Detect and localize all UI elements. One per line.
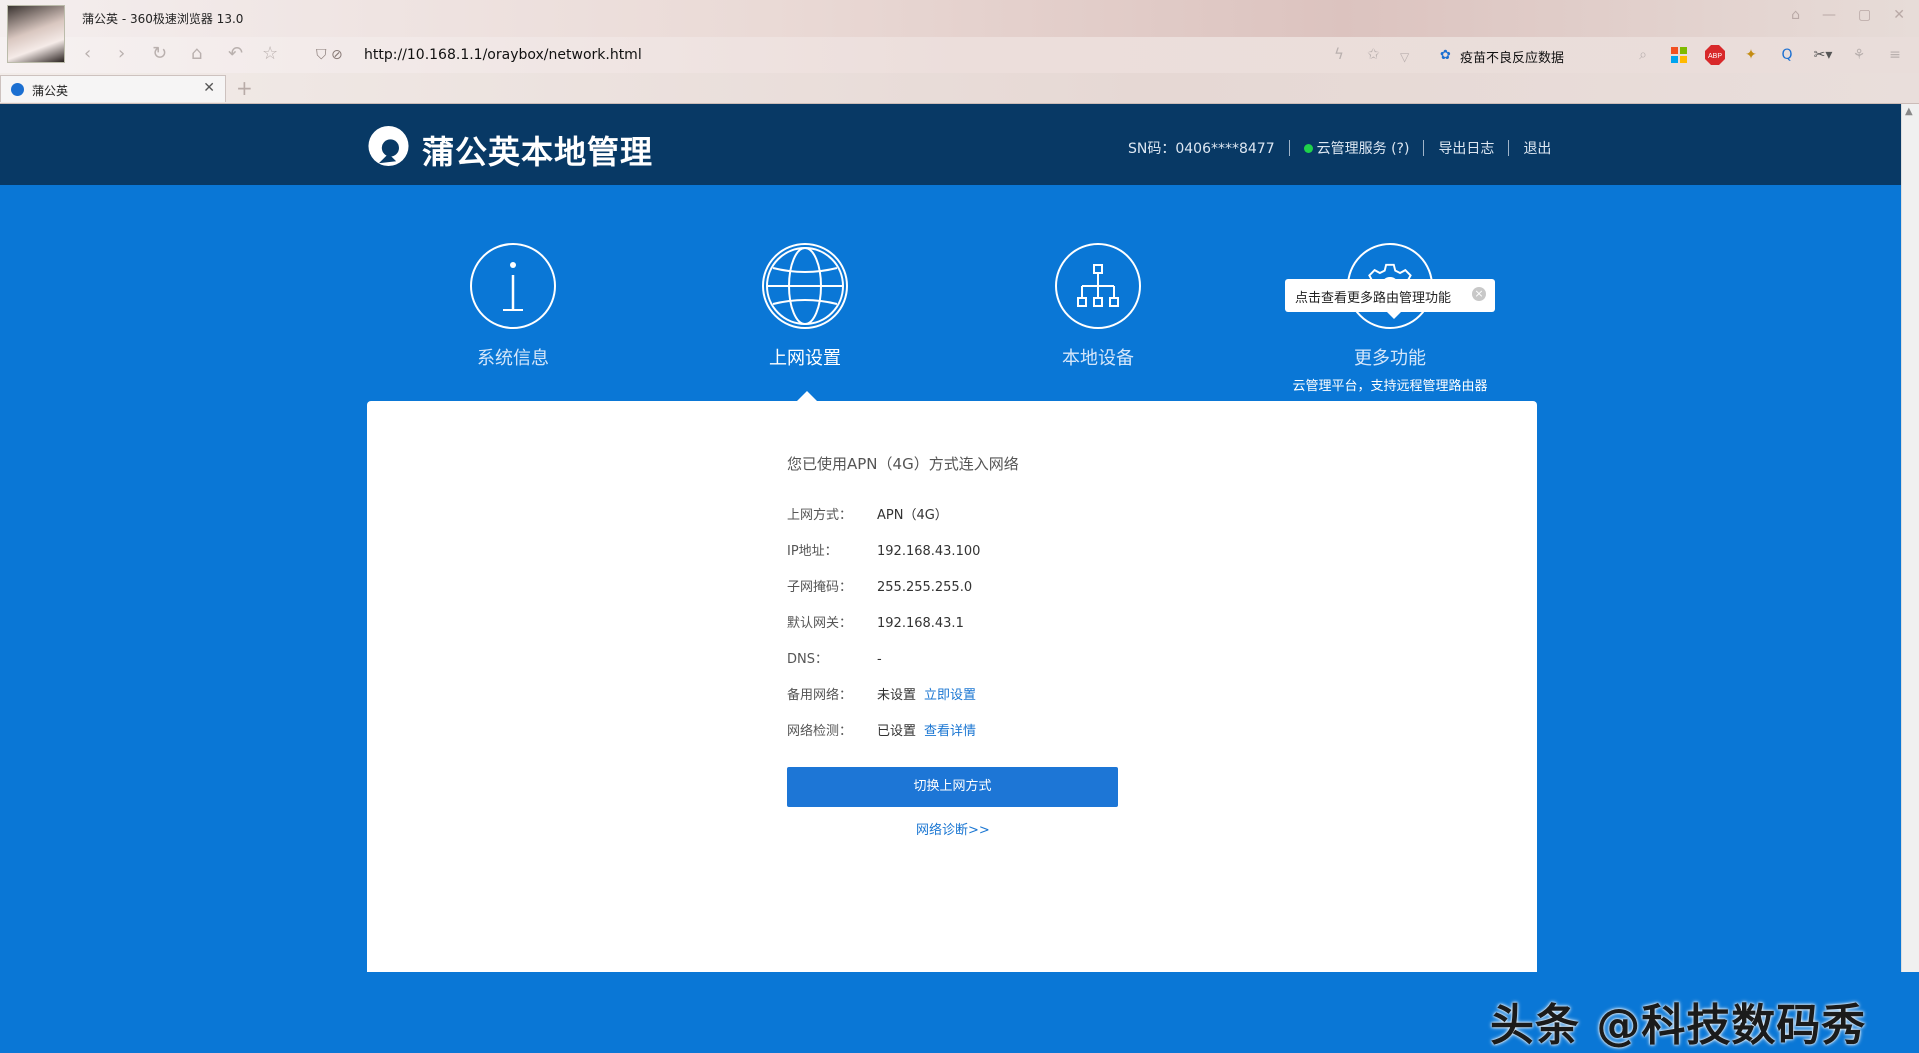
info-value: 192.168.43.1 (877, 616, 964, 631)
new-tab-icon[interactable]: + (236, 76, 253, 100)
app-header: 蒲公英本地管理 SN码：0406****8477 云管理服务 (?) 导出日志 … (0, 104, 1902, 185)
tab-title: 蒲公英 (32, 84, 69, 98)
export-log-link[interactable]: 导出日志 (1438, 138, 1494, 158)
info-row-dns: DNS： - (787, 648, 882, 667)
info-row-gateway: 默认网关： 192.168.43.1 (787, 612, 964, 631)
info-row-subnet: 子网掩码： 255.255.255.0 (787, 576, 972, 595)
apps-icon[interactable] (1669, 45, 1689, 65)
info-value: 未设置 (877, 688, 917, 703)
info-key: IP地址： (787, 544, 838, 559)
refresh-icon[interactable]: ↻ (152, 45, 167, 63)
info-row-ip: IP地址： 192.168.43.100 (787, 540, 980, 559)
back-icon[interactable]: ‹ (84, 45, 91, 63)
home-icon[interactable]: ⌂ (191, 45, 202, 63)
search-icon[interactable]: ⌕ (1633, 45, 1653, 65)
online-status-icon (1303, 143, 1313, 153)
info-key: 上网方式： (787, 508, 853, 523)
connection-heading: 您已使用APN（4G）方式连入网络 (787, 455, 1019, 473)
switch-connection-button[interactable]: 切换上网方式 (787, 767, 1118, 807)
sync-icon[interactable]: Q (1777, 45, 1797, 65)
nav-label: 本地设备 (1062, 348, 1134, 369)
window-titlebar: 蒲公英 - 360极速浏览器 13.0 ⌂ — ▢ ✕ (0, 0, 1919, 37)
nav-label: 系统信息 (477, 348, 549, 369)
favicon-icon (11, 83, 24, 96)
divider (1288, 140, 1290, 156)
extension-bar: ⌕ ABP ✦ Q ✂▾ ⚘ ≡ (1633, 45, 1905, 65)
info-key: 默认网关： (787, 616, 853, 631)
info-icon (470, 243, 556, 329)
star-icon[interactable]: ☆ (262, 45, 278, 63)
nav-local-devices[interactable]: 本地设备 (998, 243, 1198, 370)
tooltip-close-icon[interactable]: × (1472, 287, 1486, 301)
settings-icon[interactable]: ⚘ (1849, 45, 1869, 65)
info-value: - (877, 652, 882, 667)
menu-icon[interactable]: ≡ (1885, 45, 1905, 65)
globe-icon (762, 243, 848, 329)
close-icon[interactable]: ✕ (1893, 7, 1905, 23)
watermark: 头条 @科技数码秀 (1490, 1000, 1867, 1051)
main-nav: 系统信息 上网设置 本地设备 更多功能 云管理平台，支持远程管理路由器 点击查看… (0, 185, 1902, 407)
user-avatar[interactable] (7, 5, 65, 63)
dandelion-logo-icon (368, 125, 409, 167)
feature-tooltip: 点击查看更多路由管理功能 × (1285, 279, 1495, 319)
news-link[interactable]: 疫苗不良反应数据 (1460, 47, 1564, 66)
serial-number: SN码：0406****8477 (1128, 141, 1275, 157)
nav-system-info[interactable]: 系统信息 (413, 243, 613, 370)
brand-title: 蒲公英本地管理 (422, 133, 654, 171)
tab-close-icon[interactable]: ✕ (203, 80, 215, 96)
nav-label: 上网设置 (769, 348, 841, 369)
window-controls: ⌂ — ▢ ✕ (1791, 7, 1905, 23)
scroll-up-icon[interactable]: ▲ (1905, 106, 1913, 117)
nav-internet-settings[interactable]: 上网设置 (705, 243, 905, 370)
info-row-backup-network: 备用网络： 未设置 立即设置 (787, 684, 976, 703)
dropdown-icon[interactable]: ▽ (1400, 48, 1409, 66)
info-row-network-check: 网络检测： 已设置 查看详情 (787, 720, 976, 739)
network-info-card: 您已使用APN（4G）方式连入网络 上网方式： APN（4G） IP地址： 192.… (367, 401, 1537, 972)
news-icon: ✿ (1440, 48, 1451, 63)
page-scrollbar[interactable]: ▲ (1901, 104, 1919, 972)
network-diagnose-link[interactable]: 网络诊断>> (916, 819, 990, 838)
extension-icon[interactable]: ✦ (1741, 45, 1761, 65)
info-value: 已设置 (877, 724, 917, 739)
scissors-icon[interactable]: ✂▾ (1813, 45, 1833, 65)
minimize-icon[interactable]: — (1822, 7, 1836, 23)
security-shield-icon[interactable]: ⛉ ⊘ (316, 47, 343, 63)
header-links: SN码：0406****8477 云管理服务 (?) 导出日志 退出 (1128, 138, 1551, 158)
tooltip-text: 点击查看更多路由管理功能 (1295, 291, 1452, 306)
info-key: 子网掩码： (787, 580, 853, 595)
info-value: APN（4G） (877, 508, 948, 523)
nav-label: 更多功能 (1354, 348, 1426, 369)
info-value: 255.255.255.0 (877, 580, 973, 595)
page-content: 蒲公英本地管理 SN码：0406****8477 云管理服务 (?) 导出日志 … (0, 104, 1902, 1051)
info-key: DNS： (787, 652, 828, 667)
info-key: 网络检测： (787, 724, 853, 739)
tab-active[interactable]: 蒲公英 ✕ (0, 75, 226, 102)
view-details-link[interactable]: 查看详情 (924, 724, 976, 739)
nav-sublabel: 云管理平台，支持远程管理路由器 (1292, 379, 1488, 394)
divider (1423, 140, 1425, 156)
undo-icon[interactable]: ↶ (228, 45, 243, 63)
forward-icon[interactable]: › (118, 45, 125, 63)
setup-now-link[interactable]: 立即设置 (924, 688, 976, 703)
abp-icon[interactable]: ABP (1705, 45, 1725, 65)
skin-icon[interactable]: ⌂ (1791, 7, 1800, 23)
network-tree-icon (1055, 243, 1141, 329)
divider (1508, 140, 1510, 156)
window-title: 蒲公英 - 360极速浏览器 13.0 (82, 12, 244, 26)
cloud-service-link[interactable]: 云管理服务 (?) (1317, 138, 1410, 158)
info-row-connection-type: 上网方式： APN（4G） (787, 504, 948, 523)
maximize-icon[interactable]: ▢ (1858, 7, 1871, 23)
tab-bar: 蒲公英 ✕ + (0, 73, 1919, 104)
browser-navbar: ‹ › ↻ ⌂ ↶ ☆ ⛉ ⊘ http://10.168.1.1/oraybo… (0, 37, 1919, 73)
logout-link[interactable]: 退出 (1523, 138, 1551, 158)
abp-label: ABP (1708, 53, 1722, 60)
info-key: 备用网络： (787, 688, 853, 703)
info-value: 192.168.43.100 (877, 544, 981, 559)
address-bar[interactable]: http://10.168.1.1/oraybox/network.html (364, 47, 642, 63)
lightning-icon[interactable]: ϟ (1334, 45, 1344, 63)
favorite-icon[interactable]: ✩ (1367, 45, 1380, 63)
